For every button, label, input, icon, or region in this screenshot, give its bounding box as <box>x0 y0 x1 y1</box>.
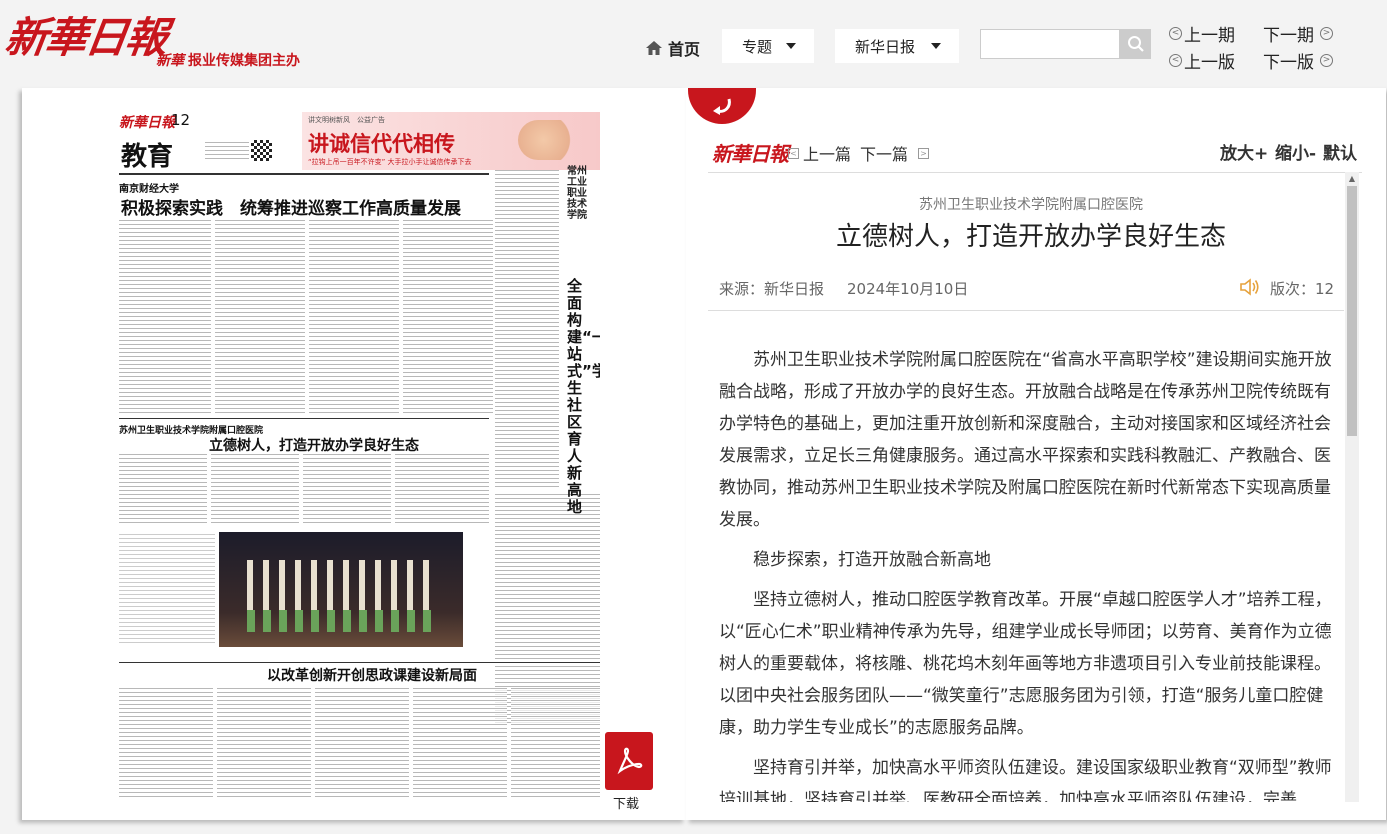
article-title: 立德树人，打造开放办学良好生态 <box>835 222 1226 252</box>
search-icon <box>1127 36 1144 52</box>
sidebar-text <box>495 170 559 490</box>
chevron-right-icon: > <box>1320 27 1333 40</box>
article-page: 版次：12 <box>1270 280 1335 298</box>
article-paragraph: 坚持育引并举，加快高水平师资队伍建设。建设国家级职业教育“双师型”教师培训基地，… <box>719 758 1332 802</box>
return-arrow-icon <box>713 98 731 115</box>
story1-kicker: 南京财经大学 <box>119 184 179 195</box>
article-source: 来源：新华日报 <box>719 280 825 298</box>
home-link[interactable]: 首页 <box>645 36 700 60</box>
story2-text <box>119 454 207 526</box>
topic-dropdown[interactable]: 专题 <box>722 29 814 63</box>
zoom-default-button[interactable]: 默认 <box>1323 139 1357 164</box>
publisher-text: 报业传媒集团主办 <box>188 53 300 69</box>
rule <box>119 662 600 663</box>
ad-title: 讲诚信代代相传 <box>308 132 455 156</box>
newspaper-page-image[interactable]: 新華日報 12 教育 讲文明树新风 公益广告 讲诚信代代相传 “拉钩上吊一百年不… <box>119 110 600 800</box>
ad-hands-image <box>518 120 582 160</box>
chevron-left-icon: < <box>1169 54 1182 67</box>
next-edition-label: 下一版 <box>1263 53 1314 73</box>
story1-text <box>215 220 305 415</box>
vertical-kicker: 常州工业职业技术学院 <box>567 166 587 221</box>
article-date: 2024年10月10日 <box>847 280 969 298</box>
prev-article-link[interactable]: < 上一篇 <box>788 141 851 165</box>
section-title: 教育 <box>121 142 174 172</box>
ad-subtitle: “拉钩上吊一百年不许变” 大手拉小手让诚信传承下去 <box>308 158 472 166</box>
vertical-headline: 全面构建“一站式”学生社区育人新高地 <box>567 277 600 516</box>
chevron-down-icon <box>931 43 941 49</box>
prev-edition-link[interactable]: < 上一版 <box>1169 48 1235 73</box>
next-article-link[interactable]: 下一篇 > <box>860 141 930 165</box>
divider <box>708 310 1344 311</box>
divider <box>708 172 1362 173</box>
story2-headline: 立德树人，打造开放办学良好生态 <box>209 438 419 454</box>
publisher-line: 新華 报业传媒集团主办 <box>156 50 300 70</box>
chevron-right-icon: > <box>918 147 930 159</box>
article-paragraph: 苏州卫生职业技术学院附属口腔医院在“省高水平高职学校”建设期间实施开放融合战略，… <box>719 350 1332 530</box>
story2-text <box>303 454 391 526</box>
story2-text <box>395 454 489 526</box>
story1-headline: 积极探索实践 统筹推进巡察工作高质量发展 <box>121 199 461 219</box>
newspaper-page-panel: 新華日報 12 教育 讲文明树新风 公益广告 讲诚信代代相传 “拉钩上吊一百年不… <box>22 88 686 820</box>
story3-headline: 以改革创新开创思政课建设新局面 <box>267 668 477 684</box>
page-number: 12 <box>171 111 191 129</box>
scrollbar-thumb[interactable] <box>1347 186 1357 436</box>
article-kicker: 苏州卫生职业技术学院附属口腔医院 <box>919 197 1143 213</box>
next-article-label: 下一篇 <box>860 145 909 164</box>
chevron-left-icon: < <box>1169 27 1182 40</box>
zoom-in-button[interactable]: 放大+ <box>1220 139 1268 164</box>
ad-small-label: 讲文明树新风 公益广告 <box>308 116 385 124</box>
next-issue-label: 下一期 <box>1263 26 1314 46</box>
public-service-ad: 讲文明树新风 公益广告 讲诚信代代相传 “拉钩上吊一百年不许变” 大手拉小手让诚… <box>302 112 600 170</box>
prev-article-label: 上一篇 <box>803 145 852 164</box>
download-label[interactable]: 下载 <box>613 793 639 812</box>
performance-photo <box>219 532 463 647</box>
rule <box>119 173 489 175</box>
story3-text <box>413 688 507 800</box>
story1-text <box>403 220 493 415</box>
article-body: 苏州卫生职业技术学院附属口腔医院在“省高水平高职学校”建设期间实施开放融合战略，… <box>719 344 1335 802</box>
paper-dropdown-label: 新华日报 <box>855 37 916 56</box>
topic-dropdown-label: 专题 <box>742 37 773 56</box>
story2-text <box>211 454 299 526</box>
article-logo: 新華日報 <box>712 142 789 166</box>
prev-edition-label: 上一版 <box>1184 53 1235 73</box>
scroll-up-arrow-icon[interactable]: ▲ <box>1345 172 1359 186</box>
performer-skirts <box>247 610 437 632</box>
prev-issue-link[interactable]: < 上一期 <box>1169 21 1235 46</box>
article-subheading: 稳步探索，打造开放融合新高地 <box>753 550 991 570</box>
search-input[interactable] <box>980 29 1120 59</box>
chevron-right-icon: > <box>1320 54 1333 67</box>
article-paragraph: 坚持立德树人，推动口腔医学教育改革。开展“卓越口腔医学人才”培养工程，以“匠心仁… <box>719 590 1332 738</box>
page-masthead: 新華日報 <box>119 115 175 131</box>
pdf-icon <box>617 747 643 775</box>
paper-dropdown[interactable]: 新华日报 <box>835 29 959 63</box>
story3-text <box>119 688 213 800</box>
speaker-icon[interactable] <box>1239 277 1261 301</box>
site-logo[interactable]: 新華日報 <box>2 4 171 65</box>
chevron-down-icon <box>786 43 796 49</box>
next-edition-link[interactable]: 下一版 > <box>1263 48 1333 73</box>
photo-caption <box>119 534 215 644</box>
story3-text <box>511 688 600 800</box>
story3-text <box>315 688 409 800</box>
story1-text <box>119 220 211 415</box>
next-issue-link[interactable]: 下一期 > <box>1263 21 1333 46</box>
story3-text <box>217 688 311 800</box>
page-meta-text <box>205 142 249 162</box>
chevron-left-icon: < <box>788 147 799 159</box>
story1-text <box>309 220 399 415</box>
zoom-out-button[interactable]: 缩小- <box>1275 139 1316 164</box>
top-header: 新華日報 新華 报业传媒集团主办 首页 专题 新华日报 < 上一期 下一期 > < 上一… <box>0 0 1387 86</box>
prev-issue-label: 上一期 <box>1184 26 1235 46</box>
qr-code <box>251 140 272 161</box>
pdf-download-button[interactable] <box>605 732 653 790</box>
home-icon <box>646 41 662 55</box>
home-label: 首页 <box>668 40 701 59</box>
publisher-mark: 新華 <box>156 53 184 69</box>
rule <box>119 418 489 419</box>
search-button[interactable] <box>1120 29 1151 59</box>
